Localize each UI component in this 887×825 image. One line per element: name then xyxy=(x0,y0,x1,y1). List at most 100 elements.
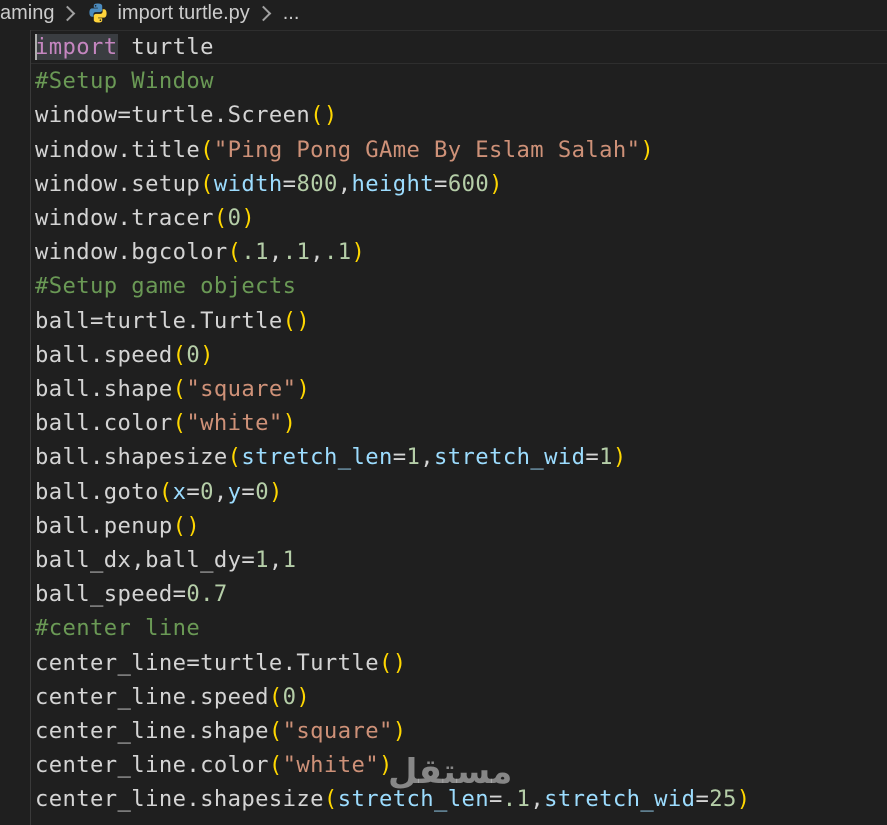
code-token: "square" xyxy=(186,376,297,402)
code-token: , xyxy=(337,170,352,197)
code-token: = xyxy=(186,478,201,505)
code-token: #Setup Window xyxy=(35,68,214,95)
code-token: center_line.color xyxy=(35,752,269,779)
code-line[interactable]: center_line=turtle.Turtle() xyxy=(35,646,406,680)
code-line[interactable]: window.setup(width=800,height=600) xyxy=(35,167,503,201)
code-token: = xyxy=(695,786,710,813)
code-line[interactable]: window.title("Ping Pong GAme By Eslam Sa… xyxy=(35,133,654,167)
code-token: 0 xyxy=(227,205,242,231)
code-token: ( xyxy=(172,376,187,402)
code-token: ) xyxy=(736,786,751,813)
breadcrumb-folder[interactable]: aming xyxy=(0,2,54,25)
code-token: = xyxy=(392,444,407,471)
code-token: ( xyxy=(268,752,283,779)
code-token: "square" xyxy=(282,718,393,744)
code-token: ) xyxy=(241,205,256,231)
code-line[interactable]: ball_dx,ball_dy=1,1 xyxy=(35,543,296,577)
code-token: , xyxy=(310,239,324,266)
code-token: ) xyxy=(296,376,311,402)
code-token: ) xyxy=(351,239,366,266)
code-token: ) xyxy=(200,341,214,368)
code-token: ) xyxy=(392,718,407,744)
code-token: ball.color xyxy=(35,410,173,437)
code-token: stretch_wid xyxy=(544,786,696,813)
breadcrumb: aming import turtle.py ... xyxy=(0,0,887,26)
code-line[interactable]: #Setup Window xyxy=(35,64,214,98)
breadcrumb-more[interactable]: ... xyxy=(283,2,300,25)
code-token: width xyxy=(213,170,283,197)
code-token: ball=turtle.Turtle xyxy=(35,307,283,334)
code-line[interactable]: #Setup game objects xyxy=(35,269,296,303)
code-token: center_line.shape xyxy=(35,718,269,744)
code-token: window.setup xyxy=(35,170,201,197)
code-token: center_line=turtle.Turtle xyxy=(35,649,379,676)
code-line[interactable]: window.tracer(0) xyxy=(35,201,255,235)
code-token: = xyxy=(241,478,256,505)
code-token: #center line xyxy=(35,615,201,642)
code-token: ( xyxy=(172,341,187,368)
code-token: height xyxy=(351,170,435,197)
code-token: ) xyxy=(612,444,627,471)
code-token: 0 xyxy=(282,683,297,710)
code-token: 0 xyxy=(200,478,214,505)
code-token: #Setup game objects xyxy=(35,273,297,300)
code-token: x xyxy=(172,478,187,505)
code-token: 600 xyxy=(447,170,490,197)
chevron-right-icon xyxy=(60,5,76,21)
code-token: .1 xyxy=(241,239,269,266)
chevron-right-icon xyxy=(255,5,272,21)
code-token: ) xyxy=(282,410,297,437)
code-line[interactable]: window=turtle.Screen() xyxy=(35,98,338,132)
code-line[interactable]: ball=turtle.Turtle() xyxy=(35,304,310,338)
code-token: ball.penup xyxy=(35,512,173,539)
code-line[interactable]: import turtle xyxy=(35,30,214,64)
code-token: () xyxy=(282,307,311,334)
code-line[interactable]: #center line xyxy=(35,611,200,645)
indent-guide xyxy=(30,30,31,825)
code-token: stretch_len xyxy=(337,786,490,813)
code-line[interactable]: ball.speed(0) xyxy=(35,338,214,372)
code-editor[interactable]: import turtle #Setup Window window=turtle.… xyxy=(0,30,887,825)
code-token: ( xyxy=(227,239,242,266)
code-token: stretch_len xyxy=(241,444,393,471)
code-token: ( xyxy=(213,205,228,231)
code-token: 1 xyxy=(282,547,297,573)
code-token: "white" xyxy=(186,410,283,437)
code-token: 1 xyxy=(406,444,421,471)
code-token: ( xyxy=(200,170,214,197)
code-token: ) xyxy=(489,170,503,197)
code-line[interactable]: center_line.shape("square") xyxy=(35,714,407,748)
code-token: , xyxy=(420,444,435,471)
code-line[interactable]: ball.shapesize(stretch_len=1,stretch_wid… xyxy=(35,440,627,474)
breadcrumb-file[interactable]: import turtle.py xyxy=(117,2,249,25)
code-line[interactable]: ball.color("white") xyxy=(35,406,296,440)
code-line[interactable]: center_line.shapesize(stretch_len=.1,str… xyxy=(35,782,751,816)
code-line[interactable]: ball.goto(x=0,y=0) xyxy=(35,475,283,509)
code-line[interactable]: ball.shape("square") xyxy=(35,372,310,406)
code-token: 1 xyxy=(599,444,613,471)
code-token: ball.shapesize xyxy=(35,444,228,471)
code-line[interactable]: ball.penup() xyxy=(35,509,200,543)
code-token: , xyxy=(268,239,283,266)
code-token: 0.7 xyxy=(186,581,228,608)
code-token: () xyxy=(310,102,338,129)
code-token: 1 xyxy=(255,547,269,573)
code-line[interactable]: center_line.color("white") xyxy=(35,748,393,782)
code-token: y xyxy=(227,478,242,505)
code-token: window.bgcolor xyxy=(35,239,228,266)
code-token: .1 xyxy=(282,239,311,266)
code-token: = xyxy=(489,786,503,813)
code-token: window.tracer xyxy=(35,205,214,231)
code-token: ( xyxy=(172,410,187,437)
code-token: ) xyxy=(268,478,283,505)
code-token: = xyxy=(585,444,600,471)
code-line[interactable]: window.bgcolor(.1,.1,.1) xyxy=(35,235,365,269)
code-token: = xyxy=(282,170,297,197)
code-line[interactable]: ball_speed=0.7 xyxy=(35,577,228,611)
code-token: ball_dx,ball_dy= xyxy=(35,547,256,573)
code-line[interactable]: center_line.speed(0) xyxy=(35,680,310,714)
code-token: "white" xyxy=(282,752,379,779)
code-token: , xyxy=(213,478,228,505)
code-token: center_line.shapesize xyxy=(35,786,324,813)
code-token: ) xyxy=(296,683,311,710)
